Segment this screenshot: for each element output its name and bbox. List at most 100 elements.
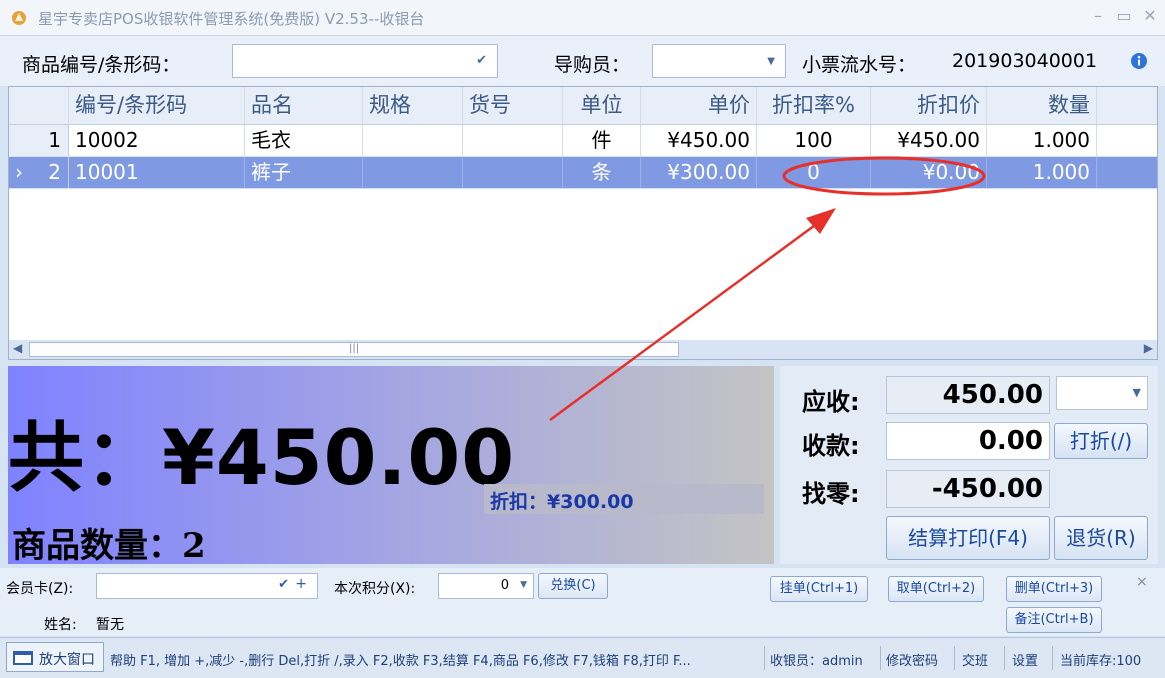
window-icon (13, 651, 33, 665)
close-icon[interactable]: × (1136, 574, 1148, 590)
row-number: 2 (48, 160, 61, 184)
points-select[interactable]: 0 ▼ (438, 573, 534, 599)
row-number: 1 (48, 128, 61, 152)
points-label: 本次积分(X): (334, 581, 416, 597)
item-count-value: 2 (182, 526, 206, 566)
cell-disc-price[interactable]: ¥0.00 (871, 157, 987, 188)
hotkey-help: 帮助 F1, 增加 +,减少 -,删行 Del,打折 /,录入 F2,收款 F3… (110, 654, 691, 669)
payment-method-select[interactable]: ▼ (1056, 376, 1148, 410)
received-label: 收款: (802, 432, 860, 460)
info-icon[interactable] (1130, 52, 1148, 70)
title-bar: 星宇专卖店POS收银软件管理系统(免费版) V2.53--收银台 – ▭ ✕ (0, 0, 1165, 36)
cart-grid: 编号/条形码 品名 规格 货号 单位 单价 折扣率% 折扣价 数量 1 1000… (8, 86, 1158, 360)
member-card-label: 会员卡(Z): (6, 581, 74, 597)
scroll-grip-icon: ||| (349, 343, 360, 354)
scroll-right-icon[interactable]: ▶ (1144, 341, 1153, 355)
row-header-corner (9, 87, 69, 124)
cell-spec[interactable] (363, 157, 463, 188)
shift-link[interactable]: 交班 (962, 650, 988, 669)
cashier-label: 收银员：admin (770, 654, 863, 669)
cell-rate[interactable]: 0 (757, 157, 871, 188)
close-button[interactable]: ✕ (1138, 6, 1162, 25)
col-price[interactable]: 单价 (641, 87, 757, 124)
cell-price[interactable]: ¥300.00 (641, 157, 757, 188)
window-title: 星宇专卖店POS收银软件管理系统(免费版) V2.53--收银台 (38, 10, 425, 28)
retrieve-order-button[interactable]: 取单(Ctrl+2) (888, 576, 984, 602)
maximize-button[interactable]: ▭ (1112, 6, 1136, 25)
member-card-input[interactable]: ✔ + (96, 573, 318, 599)
cell-unit[interactable]: 条 (563, 157, 641, 188)
receipt-label: 小票流水号： (802, 54, 917, 76)
delete-order-button[interactable]: 删单(Ctrl+3) (1006, 576, 1102, 602)
cell-code[interactable]: 10001 (69, 157, 245, 188)
receipt-number: 201903040001 (952, 50, 1098, 72)
member-name-label: 姓名: (44, 617, 77, 633)
divider (764, 646, 765, 670)
discount-button[interactable]: 打折(/) (1054, 423, 1148, 459)
col-spec[interactable]: 规格 (363, 87, 463, 124)
status-bar: 放大窗口 帮助 F1, 增加 +,减少 -,删行 Del,打折 /,录入 F2,… (0, 637, 1165, 678)
change-amount: -450.00 (886, 470, 1050, 508)
cell-code[interactable]: 10002 (69, 125, 245, 156)
discount-box: 折扣：¥300.00 (484, 484, 764, 514)
received-input[interactable]: 0.00 (886, 422, 1050, 460)
table-row-selected[interactable]: › 2 10001 裤子 条 ¥300.00 0 ¥0.00 1.000 (9, 157, 1157, 189)
col-disc-price[interactable]: 折扣价 (871, 87, 987, 124)
col-code[interactable]: 编号/条形码 (69, 87, 245, 124)
grid-header: 编号/条形码 品名 规格 货号 单位 单价 折扣率% 折扣价 数量 (9, 87, 1157, 125)
note-button[interactable]: 备注(Ctrl+B) (1006, 607, 1102, 633)
payment-panel: 应收: 450.00 ▼ 收款: 0.00 打折(/) 找零: -450.00 … (780, 366, 1158, 564)
cell-price[interactable]: ¥450.00 (641, 125, 757, 156)
settings-link[interactable]: 设置 (1012, 650, 1038, 669)
cell-unit[interactable]: 件 (563, 125, 641, 156)
guide-label: 导购员： (554, 54, 631, 76)
code-combo[interactable]: ✔ (232, 44, 498, 78)
cell-name[interactable]: 毛衣 (245, 125, 363, 156)
total-amount: 共：¥450.00 (8, 413, 516, 502)
scroll-left-icon[interactable]: ◀ (13, 341, 22, 355)
col-name[interactable]: 品名 (245, 87, 363, 124)
hold-order-button[interactable]: 挂单(Ctrl+1) (770, 576, 868, 602)
receivable-label: 应收: (802, 388, 860, 416)
chevron-down-icon[interactable]: ▼ (767, 56, 775, 67)
divider (1052, 646, 1053, 670)
col-rate[interactable]: 折扣率% (757, 87, 871, 124)
chevron-down-icon[interactable]: ▼ (520, 580, 527, 590)
app-logo-icon (12, 11, 26, 25)
cell-qty[interactable]: 1.000 (987, 125, 1097, 156)
total-panel: 共：¥450.00 折扣：¥300.00 商品数量：2 (8, 366, 774, 567)
receivable-amount: 450.00 (886, 376, 1050, 414)
cell-rate[interactable]: 100 (757, 125, 871, 156)
cell-spec[interactable] (363, 125, 463, 156)
table-row[interactable]: 1 10002 毛衣 件 ¥450.00 100 ¥450.00 1.000 (9, 125, 1157, 157)
cell-name[interactable]: 裤子 (245, 157, 363, 188)
cell-item-no[interactable] (463, 125, 563, 156)
item-count: 商品数量：2 (12, 518, 206, 567)
code-label: 商品编号/条形码： (22, 54, 181, 76)
points-value[interactable]: 0 (501, 578, 509, 593)
chevron-down-icon[interactable]: ✔ (476, 53, 487, 68)
checkout-print-button[interactable]: 结算打印(F4) (886, 516, 1050, 560)
minimize-button[interactable]: – (1086, 6, 1110, 25)
expand-window-button[interactable]: 放大窗口 (6, 642, 104, 672)
member-bar: 会员卡(Z): ✔ + 本次积分(X): 0 ▼ 兑换(C) 姓名: 暂无 挂单… (0, 568, 1165, 636)
stock-label: 当前库存:100 (1060, 654, 1142, 669)
add-icon[interactable]: + (295, 576, 307, 592)
checkmark-icon[interactable]: ✔ (278, 577, 289, 592)
horizontal-scrollbar[interactable]: ◀ ||| ▶ (9, 340, 1157, 359)
col-qty[interactable]: 数量 (987, 87, 1097, 124)
col-unit[interactable]: 单位 (563, 87, 641, 124)
change-label: 找零: (802, 480, 860, 508)
col-item-no[interactable]: 货号 (463, 87, 563, 124)
redeem-button[interactable]: 兑换(C) (538, 573, 608, 599)
query-bar: 商品编号/条形码： ✔ 导购员： ▼ 小票流水号： 201903040001 (0, 36, 1165, 86)
cell-qty[interactable]: 1.000 (987, 157, 1097, 188)
chevron-down-icon[interactable]: ▼ (1133, 386, 1141, 399)
cell-disc-price[interactable]: ¥450.00 (871, 125, 987, 156)
cell-item-no[interactable] (463, 157, 563, 188)
divider (954, 646, 955, 670)
return-button[interactable]: 退货(R) (1054, 516, 1148, 560)
guide-combo[interactable]: ▼ (652, 44, 786, 78)
expand-window-label: 放大窗口 (39, 652, 95, 668)
change-password-link[interactable]: 修改密码 (886, 650, 938, 669)
